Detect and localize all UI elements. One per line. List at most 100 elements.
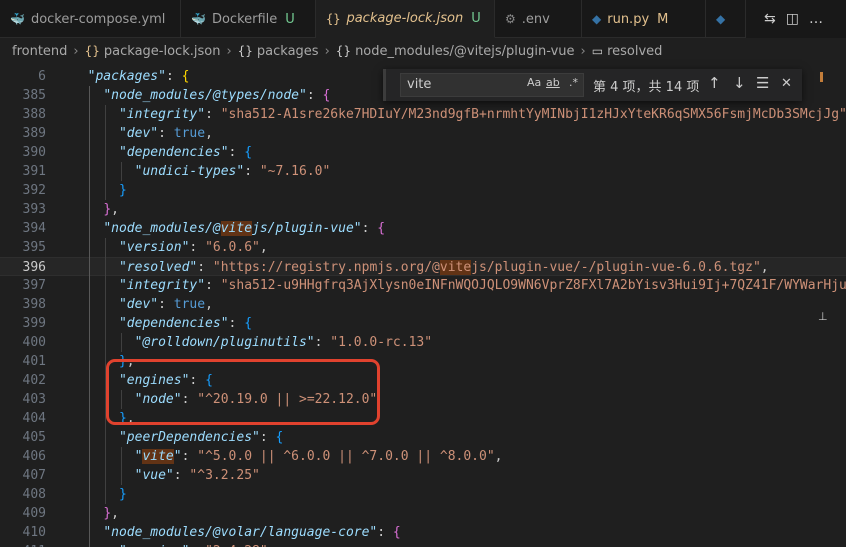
code-token: "resolved" xyxy=(118,260,198,275)
code-line[interactable]: 409 }, xyxy=(0,504,846,523)
line-number: 400 xyxy=(22,335,46,350)
match-case-toggle[interactable]: Aa xyxy=(527,76,541,89)
code-token: "version" xyxy=(118,240,190,255)
line-number: 398 xyxy=(22,297,46,312)
previous-match-icon[interactable]: ↑ xyxy=(708,74,721,92)
code-text: "peerDependencies": { xyxy=(72,428,283,447)
code-text: "node_modules/@volar/language-core": { xyxy=(72,523,400,542)
code-line[interactable]: 392 } xyxy=(0,181,846,200)
code-line[interactable]: 397 "integrity": "sha512-u9HHgfrq3AjXlys… xyxy=(0,276,846,295)
more-actions-icon[interactable]: … xyxy=(809,11,823,27)
code-token: , xyxy=(494,449,503,464)
code-editor[interactable]: 6 "packages": {385 "node_modules/@types/… xyxy=(0,64,846,547)
docker-whale-icon: 🐳 xyxy=(10,12,25,26)
find-in-selection-icon[interactable]: ☰ xyxy=(756,74,769,92)
compare-changes-icon[interactable]: ⇆ xyxy=(764,11,776,27)
code-line[interactable]: 396 "resolved": "https://registry.npmjs.… xyxy=(0,257,846,276)
code-token: vite xyxy=(142,449,174,464)
code-line[interactable]: 399 "dependencies": { xyxy=(0,314,846,333)
code-token: } xyxy=(103,202,112,217)
breadcrumb-folder[interactable]: frontend xyxy=(12,44,67,59)
line-number: 407 xyxy=(22,468,46,483)
line-number: 393 xyxy=(22,202,46,217)
line-number: 403 xyxy=(22,392,46,407)
code-token: : xyxy=(314,335,331,350)
code-token: "dependencies" xyxy=(118,145,229,160)
json-braces-icon: {} xyxy=(84,44,100,58)
line-number: 408 xyxy=(22,487,46,502)
next-match-icon[interactable]: ↓ xyxy=(733,74,746,92)
code-line[interactable]: 391 "undici-types": "~7.16.0" xyxy=(0,162,846,181)
code-line[interactable]: 395 "version": "6.0.6", xyxy=(0,238,846,257)
tab-dockerfile[interactable]: 🐳 Dockerfile U xyxy=(181,0,316,38)
code-line[interactable]: 410 "node_modules/@volar/language-core":… xyxy=(0,523,846,542)
indent-guide xyxy=(121,447,122,485)
annotation-highlight-box xyxy=(106,359,380,425)
tab-overflow[interactable]: ◆ xyxy=(706,0,746,38)
code-line[interactable]: 407 "vue": "^3.2.25" xyxy=(0,466,846,485)
code-token: true xyxy=(173,126,206,141)
tab-label: Dockerfile xyxy=(211,11,278,27)
code-line[interactable]: 405 "peerDependencies": { xyxy=(0,428,846,447)
code-token: : xyxy=(205,107,221,122)
string-icon: ▭ xyxy=(591,44,604,58)
code-token: "^3.2.25" xyxy=(189,468,260,483)
code-line[interactable]: 400 "@rolldown/pluginutils": "1.0.0-rc.1… xyxy=(0,333,846,352)
tab-package-lock[interactable]: {} package-lock.json U × xyxy=(316,0,495,38)
code-token: , xyxy=(760,260,769,275)
breadcrumb-file[interactable]: package-lock.json xyxy=(104,44,221,59)
breadcrumb-plugin-vue[interactable]: node_modules/@vitejs/plugin-vue xyxy=(355,44,574,59)
code-line[interactable]: 398 "dev": true, xyxy=(0,295,846,314)
code-line[interactable]: 394 "node_modules/@vitejs/plugin-vue": { xyxy=(0,219,846,238)
code-token: "1.0.0-rc.13" xyxy=(330,335,433,350)
code-token: { xyxy=(377,221,386,236)
split-editor-icon[interactable]: ◫ xyxy=(786,11,799,27)
breadcrumb-resolved[interactable]: resolved xyxy=(607,44,662,59)
code-token: "sha512-A1sre26ke7HDIuY/M23nd9gfB+nrmhtY… xyxy=(220,107,846,122)
line-number: 405 xyxy=(22,430,46,445)
code-line[interactable]: 411 "version": "2.4.28", xyxy=(0,542,846,547)
code-line[interactable]: 406 "vite": "^5.0.0 || ^6.0.0 || ^7.0.0 … xyxy=(0,447,846,466)
code-line[interactable]: 393 }, xyxy=(0,200,846,219)
code-text: "vue": "^3.2.25" xyxy=(72,466,260,485)
line-number: 409 xyxy=(22,506,46,521)
git-status-badge: M xyxy=(657,11,669,27)
tab-run-py[interactable]: ◆ run.py M xyxy=(582,0,706,38)
chevron-right-icon: › xyxy=(73,43,79,59)
close-icon[interactable]: ✕ xyxy=(781,76,792,91)
code-line[interactable]: 390 "dependencies": { xyxy=(0,143,846,162)
json-braces-icon: {} xyxy=(326,11,341,26)
breadcrumb: frontend › {} package-lock.json › {} pac… xyxy=(0,38,846,64)
tab-bar: 🐳 docker-compose.yml 🐳 Dockerfile U {} p… xyxy=(0,0,846,38)
match-whole-word-toggle[interactable]: ab xyxy=(546,76,560,89)
code-text: } xyxy=(72,181,127,200)
indent-guide xyxy=(89,86,90,547)
chevron-right-icon: › xyxy=(226,43,232,59)
editor-actions: ⇆ ◫ … xyxy=(746,0,846,38)
tab-docker-compose[interactable]: 🐳 docker-compose.yml xyxy=(0,0,181,38)
code-line[interactable]: 388 "integrity": "sha512-A1sre26ke7HDIuY… xyxy=(0,105,846,124)
docker-whale-icon: 🐳 xyxy=(191,12,206,26)
code-token: js/plugin-vue" xyxy=(252,221,362,236)
code-line[interactable]: 408 } xyxy=(0,485,846,504)
code-text: "version": "2.4.28", xyxy=(72,542,276,547)
code-line[interactable]: 389 "dev": true, xyxy=(0,124,846,143)
line-number: 392 xyxy=(22,183,46,198)
code-token: : xyxy=(158,297,174,312)
regex-toggle[interactable]: .* xyxy=(569,76,578,89)
line-number: 389 xyxy=(22,126,46,141)
breadcrumb-packages[interactable]: packages xyxy=(257,44,319,59)
line-number: 404 xyxy=(22,411,46,426)
cursor-icon: ⊥ xyxy=(818,310,828,323)
scrollbar-find-marker xyxy=(820,72,823,82)
tab-env[interactable]: ⚙ .env xyxy=(495,0,582,38)
line-number: 391 xyxy=(22,164,46,179)
